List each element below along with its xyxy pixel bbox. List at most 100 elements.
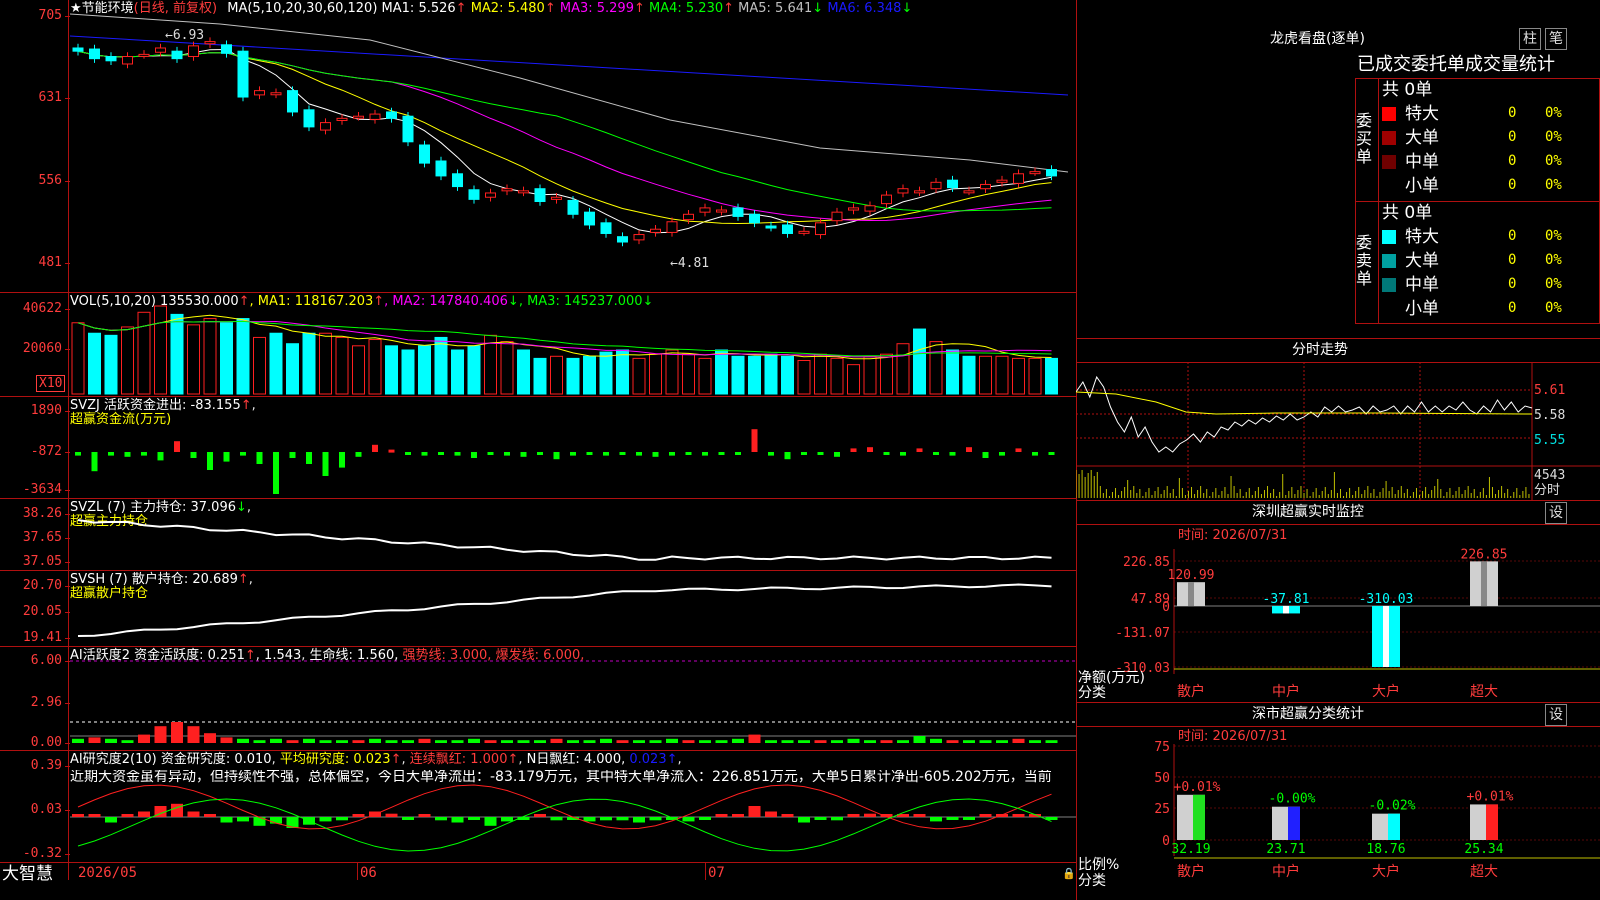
activity-bar [534,740,546,743]
fund-flow-bar [570,452,576,456]
monitor-xlabel: 分类 [1078,685,1106,701]
svsh-axis-label-2: 19.41 [22,630,62,645]
activity-bar [270,738,282,743]
sell-row-pct-2: 0% [1545,276,1562,292]
activity-bar [732,738,744,743]
fund-flow-bar [108,452,114,456]
bar-mode-button[interactable]: 柱 [1519,28,1541,50]
volume-bar [698,357,712,395]
stats-settings-button[interactable]: 设 [1545,704,1567,726]
candle-body [122,56,133,65]
sell-row-swatch-2 [1382,278,1396,292]
activity-bar [649,740,662,743]
monitor-value-label-0: 120.99 [1168,568,1215,583]
monitor-value-label-2: -310.03 [1359,592,1414,607]
intraday-chart[interactable] [1076,362,1600,500]
candle-body [419,144,430,164]
research-green-line [77,798,1052,852]
buy-row-swatch-3 [1382,179,1396,193]
fund-flow-bar [223,452,230,462]
candle-body [155,47,166,53]
fund-flow-bar [669,452,675,456]
candlestick-chart[interactable] [70,0,1076,292]
volume-bar [253,336,266,395]
fund-flow-bar [850,448,857,452]
candle-body [353,115,364,119]
activity-bar [847,738,860,743]
fund-flow-bar [355,452,362,457]
fund-flow-bar [718,452,725,455]
fund-flow-bar [603,452,609,456]
volume-bar [715,349,728,395]
monitor-ylabel: 净额(万元) [1078,670,1145,686]
volume-bar [1028,357,1042,395]
fund-flow-bar [289,452,296,458]
ai2-chart[interactable] [70,750,1076,862]
candle-body [584,211,595,226]
fund-flow-bar [388,449,395,453]
lock-icon[interactable]: 🔒 [1062,866,1076,881]
svzj-chart[interactable] [70,396,1076,498]
activity-bar [154,726,167,743]
fund-flow-bar [735,452,741,455]
monitor-cat-label-3: 超大 [1470,684,1498,700]
volume-chart[interactable] [70,292,1076,396]
volume-bar [946,349,959,395]
candle-body [320,122,331,131]
intraday-top-sep [1076,338,1600,339]
net-amount-chart[interactable]: 226.8547.890-131.07-310.03120.99散户-37.81… [1076,524,1600,702]
tick-mode-button[interactable]: 笔 [1545,28,1567,50]
ma2-line [77,50,1052,225]
volume-bar [352,345,365,395]
sell-row-swatch-0 [1382,230,1396,244]
ai1-chart[interactable] [70,646,1076,750]
retail-holding-line [77,583,1052,637]
sell-row-count-1: 0 [1508,252,1517,268]
research-bar [1012,814,1025,817]
activity-bar [979,740,992,743]
activity-bar [319,740,332,743]
candle-body [914,190,925,194]
monitor-bar-shade-2 [1383,606,1389,667]
volume-bar [517,349,530,395]
monitor-value-label-3: 226.85 [1461,547,1508,562]
volume-bar [451,349,464,395]
svzl-chart[interactable] [70,498,1076,570]
activity-bar [930,738,942,743]
activity-bar [138,734,150,743]
research-bar [913,814,926,817]
stats-title: 深市超赢分类统计 [1252,706,1364,722]
volume-bar [1045,357,1058,395]
svsh-chart[interactable] [70,570,1076,646]
volume-bar [962,355,976,395]
buy-row-swatch-2 [1382,155,1396,169]
ma3-line [77,50,1052,222]
candle-body [765,225,777,229]
volume-bar [814,353,827,395]
candle-body [831,211,843,222]
main-holding-line [77,519,1052,561]
monitor-settings-button[interactable]: 设 [1545,502,1567,524]
activity-bar [204,733,216,743]
sell-row-pct-1: 0% [1545,252,1562,268]
stats-bar-color-1 [1288,806,1300,840]
volume-bar [863,355,877,395]
volume-bar [764,353,778,395]
activity-bar [369,738,381,743]
research-bar [121,814,134,817]
stats-bar-2 [1372,813,1400,840]
fund-flow-bar [421,452,428,456]
stats-axis-label-1: 50 [1154,771,1170,786]
activity-bar [501,740,513,743]
monitor-bar-2 [1372,606,1400,667]
research-bar [847,814,860,817]
activity-bar [583,740,596,743]
activity-bar [1012,738,1025,743]
fund-flow-bar [834,452,840,457]
svzj-axis-label-1: -872 [30,444,62,459]
research-bar [534,814,546,817]
candle-body [89,48,100,60]
ratio-chart[interactable]: 75 50 25 0 +0.01% 32.19 散户 -0.00% 23.71 中户 -0.02% 1… [1076,726,1600,900]
fund-flow-bar [636,452,642,456]
intraday-title: 分时走势 [1292,342,1348,358]
